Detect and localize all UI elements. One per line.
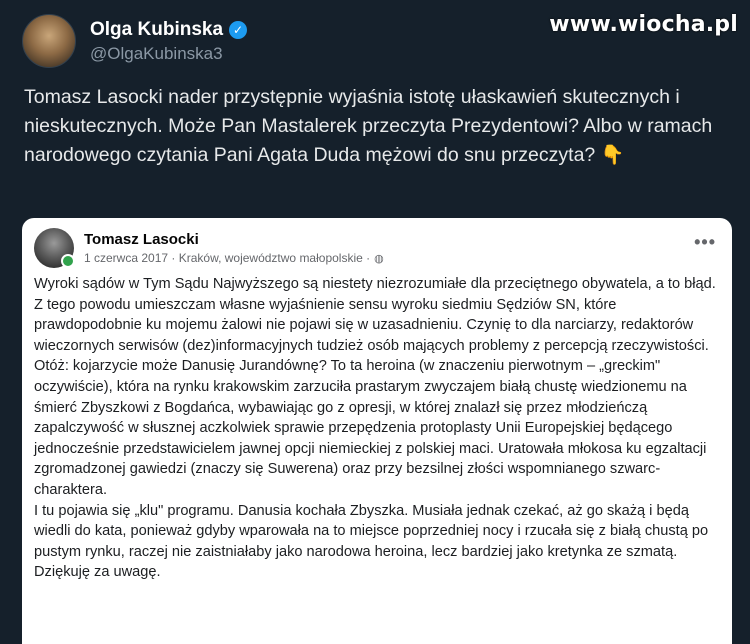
- quoted-post-meta: 1 czerwca 2017 · Kraków, województwo mał…: [84, 251, 384, 265]
- quoted-post-body: Wyroki sądów w Tym Sądu Najwyższego są n…: [34, 274, 724, 583]
- quoted-paragraph: Otóż: kojarzycie może Danusię Jurandównę…: [34, 358, 707, 498]
- author-names: Olga Kubinska ✓ @OlgaKubinska3: [90, 19, 248, 64]
- quoted-post-header: Tomasz Lasocki 1 czerwca 2017 · Kraków, …: [34, 228, 384, 268]
- quoted-paragraph: Dziękuję za uwagę.: [34, 564, 161, 581]
- author-avatar[interactable]: [22, 14, 76, 68]
- meta-separator: ·: [168, 251, 179, 265]
- quoted-post[interactable]: Tomasz Lasocki 1 czerwca 2017 · Kraków, …: [22, 218, 732, 644]
- verified-badge-icon: ✓: [229, 20, 248, 39]
- pointing-down-emoji: 👇: [600, 145, 625, 166]
- tweet-text: Tomasz Lasocki nader przystępnie wyjaśni…: [24, 83, 724, 170]
- site-watermark: www.wiocha.pl: [549, 12, 738, 37]
- meta-separator: ·: [362, 251, 371, 265]
- online-status-icon: [61, 254, 75, 268]
- author-name[interactable]: Olga Kubinska: [90, 19, 223, 41]
- author-handle[interactable]: @OlgaKubinska3: [90, 44, 247, 64]
- quoted-post-date[interactable]: 1 czerwca 2017: [84, 251, 168, 265]
- author-name-row: Olga Kubinska ✓: [90, 19, 248, 41]
- quoted-paragraph: I tu pojawia się „klu" programu. Danusia…: [34, 502, 709, 560]
- quoted-author-info: Tomasz Lasocki 1 czerwca 2017 · Kraków, …: [84, 231, 384, 265]
- globe-icon: ◍: [374, 252, 384, 265]
- tweet-header: Olga Kubinska ✓ @OlgaKubinska3: [22, 14, 248, 68]
- quoted-author-name[interactable]: Tomasz Lasocki: [84, 231, 384, 248]
- more-options-icon[interactable]: •••: [694, 232, 716, 253]
- quoted-author-avatar[interactable]: [34, 228, 75, 268]
- quoted-post-location[interactable]: Kraków, województwo małopolskie: [179, 251, 363, 265]
- quoted-paragraph: Wyroki sądów w Tym Sądu Najwyższego są n…: [34, 276, 716, 354]
